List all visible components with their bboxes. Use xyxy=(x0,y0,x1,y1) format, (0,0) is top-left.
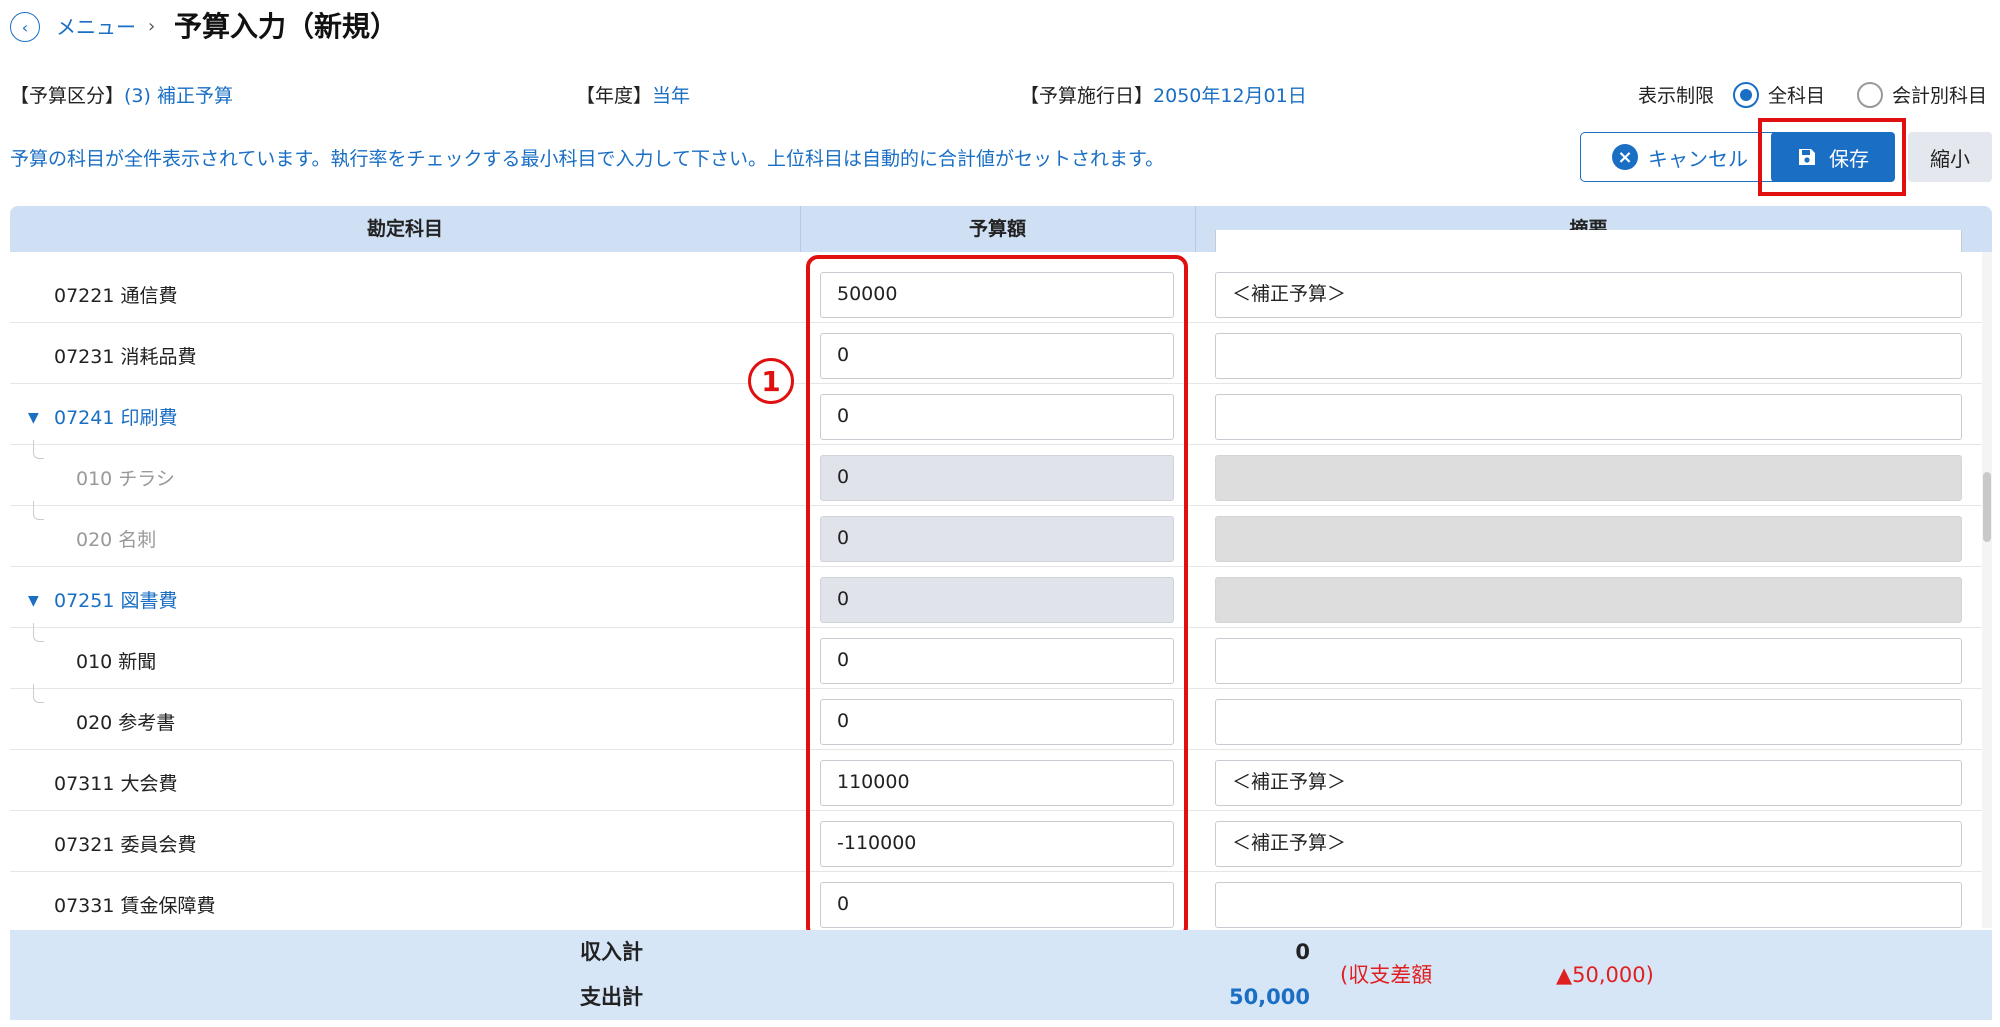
vertical-scrollbar[interactable] xyxy=(1982,252,1992,928)
totals-footer xyxy=(10,930,1992,1020)
note-input[interactable] xyxy=(1215,394,1962,440)
note-input[interactable] xyxy=(1215,699,1962,745)
notice-text: 予算の科目が全件表示されています。執行率をチェックする最小科目で入力して下さい。… xyxy=(10,148,1165,170)
annotation-badge-1: 1 xyxy=(748,358,794,404)
account-label-child: 010 新聞 xyxy=(76,651,157,673)
tree-branch-line xyxy=(33,623,44,642)
fiscal-year: 【年度】当年 xyxy=(576,82,690,110)
breadcrumb-menu-link[interactable]: メニュー xyxy=(56,12,136,42)
account-label-child: 020 名刺 xyxy=(76,529,157,551)
income-total-value: 0 xyxy=(1295,940,1310,964)
back-button[interactable]: ‹ xyxy=(10,12,40,42)
balance-difference-label: (収支差額 xyxy=(1340,963,1433,987)
tree-branch-line xyxy=(33,440,44,459)
income-total-label: 収入計 xyxy=(580,940,643,964)
scrollbar-thumb[interactable] xyxy=(1983,472,1991,542)
close-icon: × xyxy=(1612,144,1638,170)
budget-category-label: 【予算区分】 xyxy=(10,85,125,107)
account-label-parent[interactable]: 07241 印刷費 xyxy=(54,404,177,432)
note-input[interactable] xyxy=(1215,333,1962,379)
note-input[interactable] xyxy=(1215,638,1962,684)
account-label-child: 020 参考書 xyxy=(76,712,176,734)
note-readonly xyxy=(1215,577,1962,623)
column-header-account: 勘定科目 xyxy=(366,218,443,240)
tree-branch-line xyxy=(33,501,44,520)
radio-accounting-accounts[interactable] xyxy=(1857,82,1883,108)
note-input[interactable] xyxy=(1215,882,1962,928)
radio-all-accounts-label: 全科目 xyxy=(1768,85,1826,107)
note-input[interactable]: ＜補正予算＞ xyxy=(1215,821,1962,867)
floppy-disk-icon xyxy=(1799,149,1815,165)
note-input[interactable]: ＜補正予算＞ xyxy=(1215,760,1962,806)
budget-category: 【予算区分】(3) 補正予算 xyxy=(10,82,233,110)
chevron-left-icon: ‹ xyxy=(21,17,29,37)
account-label-parent[interactable]: 07251 図書費 xyxy=(54,587,177,615)
expense-total-value: 50,000 xyxy=(1228,985,1310,1009)
note-readonly xyxy=(1215,516,1962,562)
breadcrumb-separator: › xyxy=(148,16,156,37)
cancel-button[interactable]: × キャンセル xyxy=(1580,132,1780,182)
account-label: 07221 通信費 xyxy=(54,285,178,307)
effective-date-value: 2050年12月01日 xyxy=(1153,85,1307,107)
save-button-label: 保存 xyxy=(1829,146,1869,171)
caret-down-icon[interactable]: ▼ xyxy=(28,404,39,432)
fiscal-year-label: 【年度】 xyxy=(576,85,653,107)
expense-total-label: 支出計 xyxy=(580,985,643,1009)
caret-down-icon[interactable]: ▼ xyxy=(28,587,39,615)
account-label: 07321 委員会費 xyxy=(54,834,197,856)
note-readonly xyxy=(1215,455,1962,501)
page-title: 予算入力（新規） xyxy=(174,10,399,43)
tree-branch-line xyxy=(33,684,44,703)
save-button[interactable]: 保存 xyxy=(1771,132,1895,182)
amount-highlight-frame xyxy=(806,255,1188,939)
radio-accounting-accounts-label: 会計別科目 xyxy=(1892,85,1988,107)
fiscal-year-value: 当年 xyxy=(652,85,691,107)
account-label: 07231 消耗品費 xyxy=(54,346,197,368)
display-limit-label: 表示制限 xyxy=(1638,85,1715,107)
account-label-child: 010 チラシ xyxy=(76,468,175,490)
note-input[interactable]: ＜補正予算＞ xyxy=(1215,272,1962,318)
effective-date: 【予算施行日】2050年12月01日 xyxy=(1020,82,1307,110)
account-label: 07331 賃金保障費 xyxy=(54,895,216,917)
balance-difference-value: ▲50,000) xyxy=(1556,963,1654,987)
budget-category-value: (3) 補正予算 xyxy=(124,85,233,107)
cancel-button-label: キャンセル xyxy=(1648,146,1748,171)
shrink-button[interactable]: 縮小 xyxy=(1908,132,1992,182)
effective-date-label: 【予算施行日】 xyxy=(1020,85,1154,107)
account-label: 07311 大会費 xyxy=(54,773,178,795)
column-header-amount: 予算額 xyxy=(968,218,1026,240)
radio-all-accounts[interactable] xyxy=(1733,82,1759,108)
